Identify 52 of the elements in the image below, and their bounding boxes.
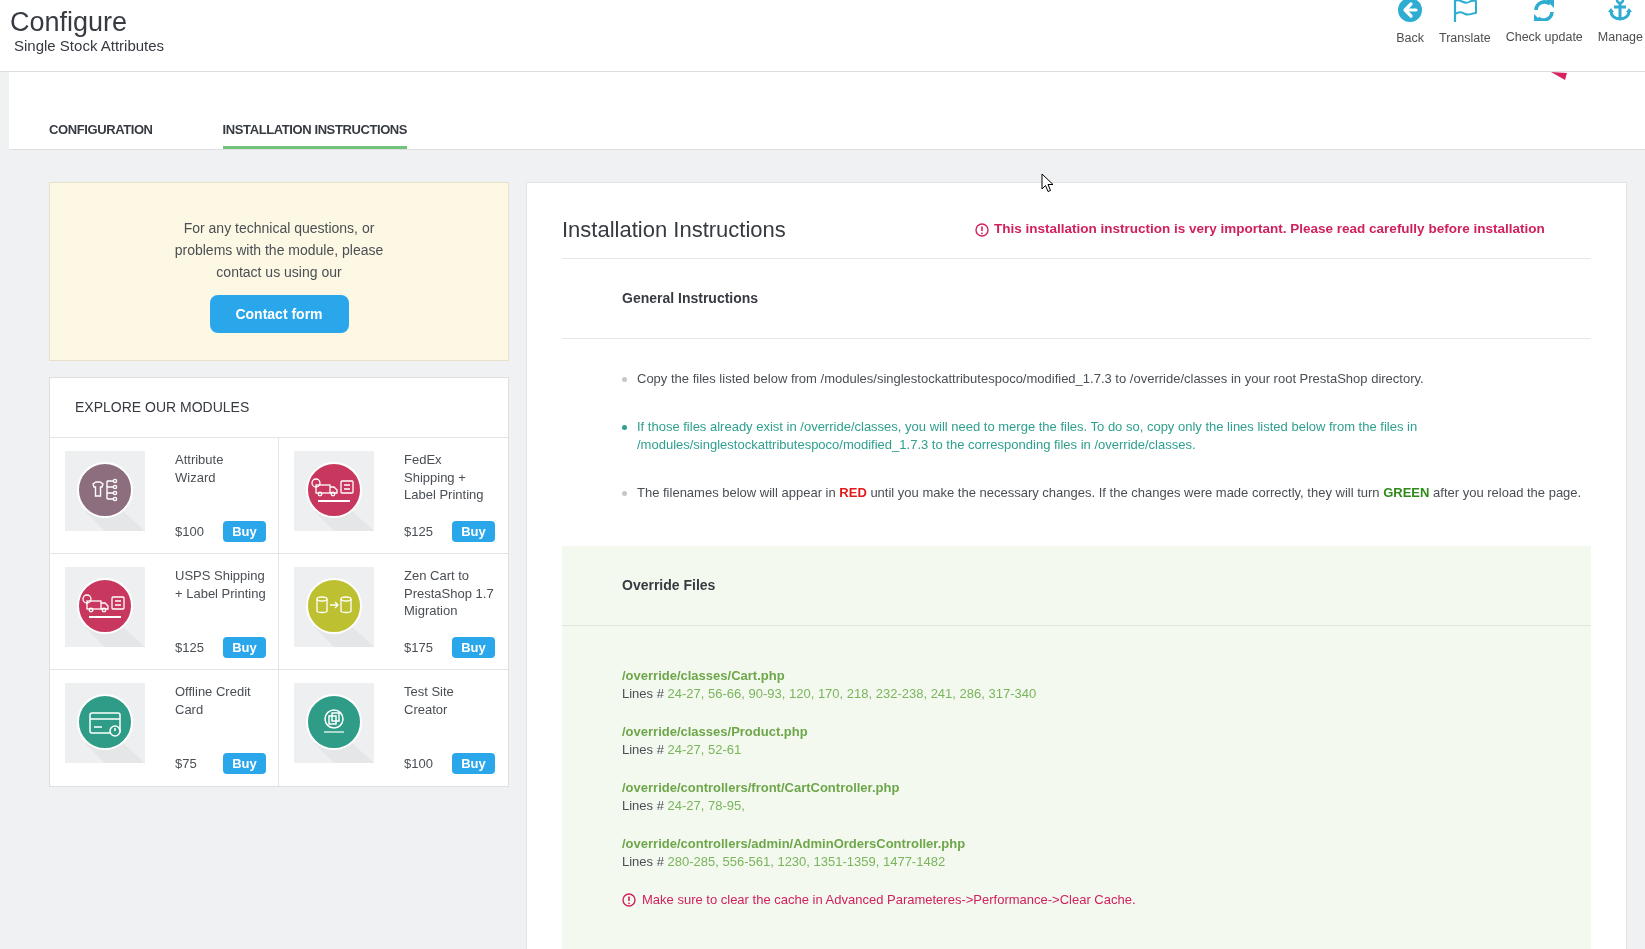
support-message: For any technical questions, or problems with the module, please contact us using our (173, 219, 385, 282)
line-numbers-text: Lines # 24-27, 56-66, 90-93, 120, 170, 218, 232-238, 241, 286, 317-340 (622, 685, 1037, 703)
translate-button[interactable]: Translate (1439, 0, 1491, 46)
manage-button[interactable]: Manage (1597, 0, 1643, 45)
buy-button[interactable]: Buy (452, 637, 495, 658)
module-name: USPS Shipping + Label Printing (175, 567, 266, 602)
instruction-text: If those files already exist in /override/classes, you will need to merge the files. To do so, copy only the lines listed below from the files in /modules/singlestockattributespoco/modified_1.7.3 to the corresponding files in /override/classes. (637, 418, 1419, 454)
warning-icon (622, 893, 636, 907)
section-heading: Override Files (622, 576, 716, 595)
buy-button[interactable]: Buy (223, 521, 266, 542)
module-price: $100 (175, 522, 204, 541)
cache-note-text: Make sure to clear the cache in Advanced Parameteres->Performance->Clear Cache. (642, 891, 1136, 909)
module-price: $75 (175, 754, 197, 773)
module-name: FedEx Shipping + Label Printing (404, 451, 485, 504)
check-update-button[interactable]: Check update (1505, 0, 1583, 45)
line-numbers-text: Lines # 24-27, 52-61 (622, 741, 742, 759)
tab[interactable]: INSTALLATION INSTRUCTIONS (222, 122, 408, 149)
file-path: /override/controllers/admin/AdminOrdersController.php (622, 835, 966, 853)
module-name: Offline Credit Card (175, 683, 252, 718)
bullet-icon (622, 491, 627, 496)
module-price: $100 (404, 754, 433, 773)
module-name: Test Site Creator (404, 683, 455, 718)
file-path: /override/classes/Cart.php (622, 667, 785, 685)
module-name: Zen Cart to PrestaShop 1.7 Migration (404, 567, 495, 620)
file-path: /override/classes/Product.php (622, 723, 808, 741)
instruction-text: The filenames below will appear in RED until you make the necessary changes. If the changes were made correctly, they will turn GREEN after you reload the page. (637, 484, 1582, 502)
buy-button[interactable]: Buy (452, 753, 495, 774)
line-numbers-text: Lines # 24-27, 78-95, (622, 797, 745, 815)
module-price: $125 (404, 522, 433, 541)
anchor-icon (1608, 0, 1633, 21)
bullet-icon (622, 377, 627, 382)
buy-button[interactable]: Buy (223, 753, 266, 774)
back-button[interactable]: Back (1396, 0, 1424, 46)
page-subtitle: Single Stock Attributes (13, 37, 165, 55)
line-numbers-text: Lines # 280-285, 556-561, 1230, 1351-1359, 1477-1482 (622, 853, 946, 871)
buy-button[interactable]: Buy (223, 637, 266, 658)
warning-text: This installation instruction is very important. Please read carefully before installation (994, 220, 1545, 239)
tab[interactable]: CONFIGURATION (49, 122, 153, 149)
module-price: $175 (404, 638, 433, 657)
module-name: Attribute Wizard (175, 451, 225, 486)
page-title: Configure (10, 7, 129, 37)
instruction-text: Copy the files listed below from /modules/singlestockattributespoco/modified_1.7.3 to /override/classes in your root PrestaShop directory. (637, 370, 1424, 388)
section-heading: General Instructions (622, 289, 759, 308)
file-path: /override/controllers/front/CartController.php (622, 779, 900, 797)
buy-button[interactable]: Buy (452, 521, 495, 542)
modules-heading: EXPLORE OUR MODULES (75, 398, 250, 417)
instructions-title: Installation Instructions (562, 216, 786, 244)
ribbon-tip-icon (1551, 72, 1567, 80)
warning-icon (975, 222, 989, 237)
module-price: $125 (175, 638, 204, 657)
contact-form-button[interactable]: Contact form (209, 295, 349, 333)
bullet-icon (622, 425, 627, 430)
